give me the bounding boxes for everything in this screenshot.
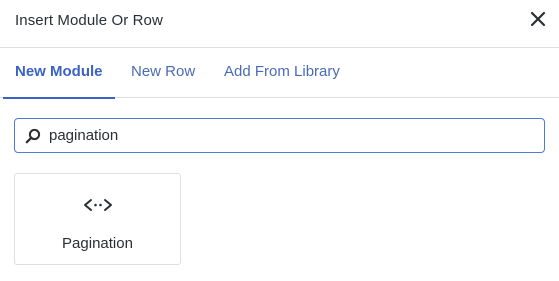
modal-header: Insert Module Or Row bbox=[0, 0, 559, 48]
close-icon bbox=[530, 11, 546, 27]
module-label: Pagination bbox=[62, 235, 133, 252]
tab-bar: New Module New Row Add From Library bbox=[0, 48, 559, 99]
search-icon bbox=[25, 128, 41, 144]
tab-add-from-library[interactable]: Add From Library bbox=[224, 48, 340, 98]
close-button[interactable] bbox=[528, 9, 548, 29]
module-card-pagination[interactable]: Pagination bbox=[14, 173, 181, 265]
tab-new-module[interactable]: New Module bbox=[3, 48, 114, 99]
code-arrows-icon bbox=[84, 199, 112, 211]
tab-new-row[interactable]: New Row bbox=[131, 48, 195, 98]
search-box bbox=[14, 118, 545, 153]
modal-title: Insert Module Or Row bbox=[15, 12, 163, 29]
search-input[interactable] bbox=[49, 119, 529, 152]
